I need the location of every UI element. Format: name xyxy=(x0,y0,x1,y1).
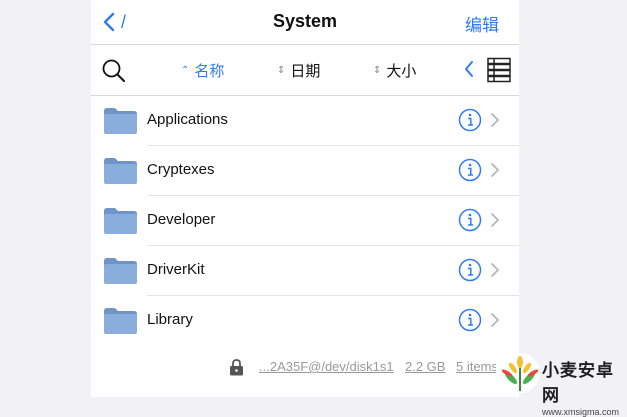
status-footer: ...2A35F@/dev/disk1s1 2.2 GB 5 items xyxy=(91,356,519,380)
file-name: Library xyxy=(147,311,193,328)
lock-icon xyxy=(230,359,243,376)
list-view-icon[interactable] xyxy=(487,57,511,83)
search-icon[interactable] xyxy=(101,58,127,84)
info-icon[interactable] xyxy=(458,158,482,182)
folder-icon xyxy=(104,158,137,184)
navigation-bar: / System 编辑 xyxy=(91,0,519,44)
folder-icon xyxy=(104,258,137,284)
file-name: Cryptexes xyxy=(147,161,215,178)
chevron-right-icon[interactable] xyxy=(490,212,500,228)
folder-icon xyxy=(104,208,137,234)
sort-by-name[interactable]: ⌃ 名称 xyxy=(181,60,224,81)
sort-toolbar: ⌃ 名称 ⇕ 日期 ⇕ 大小 xyxy=(91,45,519,95)
file-name: Developer xyxy=(147,211,216,228)
edit-button[interactable]: 编辑 xyxy=(465,11,499,36)
sort-ascending-icon: ⌃ xyxy=(181,64,190,76)
list-item[interactable]: Developer xyxy=(91,196,519,246)
chevron-right-icon[interactable] xyxy=(490,262,500,278)
list-item[interactable]: Cryptexes xyxy=(91,146,519,196)
chevron-left-icon[interactable] xyxy=(463,60,475,78)
list-item[interactable]: DriverKit xyxy=(91,246,519,296)
sort-toggle-icon: ⇕ xyxy=(373,64,382,76)
file-name: Applications xyxy=(147,111,228,128)
folder-icon xyxy=(104,308,137,334)
watermark: 小麦安卓网 www.xmsigma.com xyxy=(494,348,627,417)
sort-label: 名称 xyxy=(194,63,225,80)
watermark-title: 小麦安卓网 xyxy=(542,361,614,405)
file-browser-panel: / System 编辑 ⌃ 名称 ⇕ 日期 ⇕ 大小 Applications … xyxy=(91,0,519,397)
file-list: Applications Cryptexes Developer DriverK… xyxy=(91,96,519,346)
list-item[interactable]: Applications xyxy=(91,96,519,146)
sort-label: 日期 xyxy=(290,63,321,80)
device-path-link[interactable]: ...2A35F@/dev/disk1s1 xyxy=(259,359,394,374)
chevron-right-icon[interactable] xyxy=(490,162,500,178)
sort-by-date[interactable]: ⇕ 日期 xyxy=(277,60,320,81)
info-icon[interactable] xyxy=(458,108,482,132)
chevron-right-icon[interactable] xyxy=(490,112,500,128)
sort-label: 大小 xyxy=(386,63,417,80)
info-icon[interactable] xyxy=(458,258,482,282)
sort-by-size[interactable]: ⇕ 大小 xyxy=(373,60,416,81)
info-icon[interactable] xyxy=(458,308,482,332)
chevron-right-icon[interactable] xyxy=(490,312,500,328)
wheat-logo-icon xyxy=(500,353,540,393)
folder-icon xyxy=(104,108,137,134)
page-title: System xyxy=(272,11,338,31)
info-icon[interactable] xyxy=(458,208,482,232)
file-name: DriverKit xyxy=(147,261,205,278)
item-count-link[interactable]: 5 items xyxy=(456,359,496,374)
watermark-url: www.xmsigma.com xyxy=(542,407,620,417)
list-item[interactable]: Library xyxy=(91,296,519,346)
storage-size-link[interactable]: 2.2 GB xyxy=(405,359,445,374)
sort-toggle-icon: ⇕ xyxy=(277,64,286,76)
